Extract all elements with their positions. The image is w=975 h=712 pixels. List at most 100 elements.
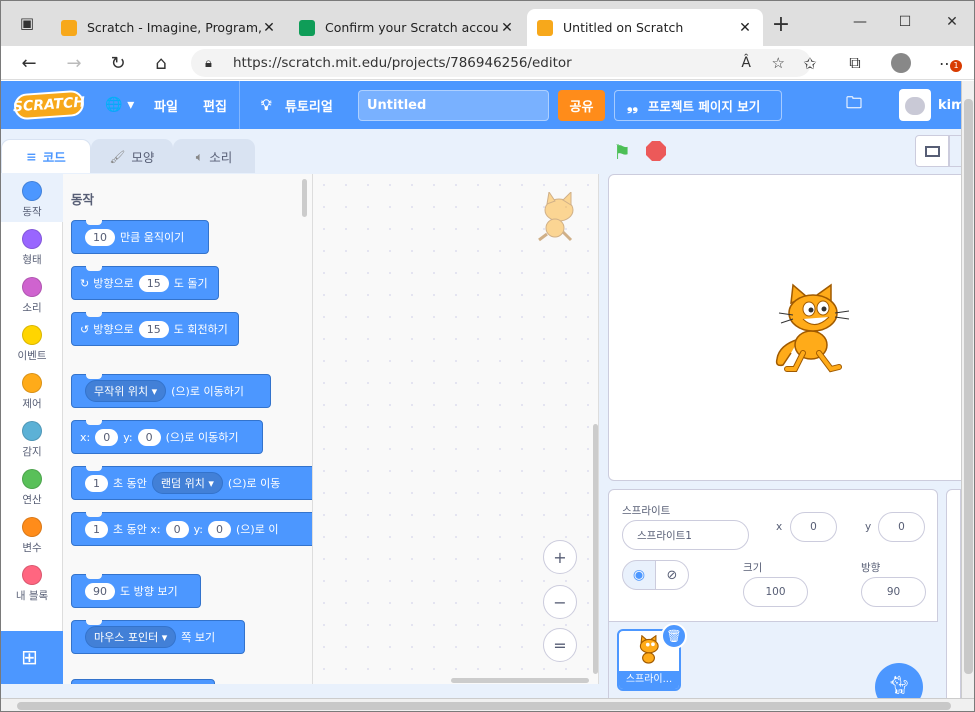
zoom-in-icon: + xyxy=(553,547,567,567)
block-turn-left[interactable]: ↺ 방향으로 15 도 회전하기 xyxy=(71,312,239,346)
category-label: 제어 xyxy=(22,398,42,410)
mail-favicon-icon xyxy=(299,19,315,36)
user-avatar[interactable] xyxy=(899,81,931,129)
close-tab-icon[interactable]: ✕ xyxy=(737,20,753,36)
y-input[interactable]: 0 xyxy=(878,512,925,542)
size-input[interactable]: 100 xyxy=(743,577,808,607)
small-stage-button[interactable] xyxy=(915,135,949,167)
block-glide-to-xy[interactable]: 1 초 동안 x: 0 y: 0 (으)로 이 xyxy=(71,512,312,546)
stage-target-panel[interactable] xyxy=(946,489,961,699)
block-input[interactable]: 15 xyxy=(138,274,169,292)
category-variables[interactable]: 변수 xyxy=(1,517,63,555)
edit-menu[interactable]: 편집 xyxy=(203,81,227,129)
block-input[interactable]: 1 xyxy=(85,474,108,492)
eye-slash-icon: ⊘ xyxy=(666,567,678,583)
category-events[interactable]: 이벤트 xyxy=(1,325,63,363)
file-menu[interactable]: 파일 xyxy=(154,81,178,129)
vscroll-thumb[interactable] xyxy=(964,99,973,674)
page-vscrollbar[interactable] xyxy=(961,81,974,698)
category-looks[interactable]: 형태 xyxy=(1,229,63,267)
zoom-in-button[interactable]: + xyxy=(543,540,577,574)
sprite-name-input[interactable]: 스프라이트1 xyxy=(622,520,749,550)
notification-badge: 1 xyxy=(950,60,962,72)
direction-label: 방향 xyxy=(861,562,881,574)
block-turn-right[interactable]: ↻ 방향으로 15 도 돌기 xyxy=(71,266,219,300)
project-title-input[interactable]: Untitled xyxy=(358,90,549,121)
new-tab-button[interactable]: + xyxy=(767,10,795,38)
zoom-out-button[interactable]: − xyxy=(543,585,577,619)
block-input[interactable]: 15 xyxy=(138,320,169,338)
close-tab-icon[interactable]: ✕ xyxy=(499,20,515,36)
share-button[interactable]: 공유 xyxy=(558,90,605,121)
green-flag-icon[interactable]: ⚑ xyxy=(613,140,631,164)
forward-icon[interactable]: → xyxy=(60,49,88,77)
block-point-towards[interactable]: 마우스 포인터 ▾ 쪽 보기 xyxy=(71,620,245,654)
direction-input[interactable]: 90 xyxy=(861,577,926,607)
my-stuff-folder-icon[interactable]: 🗀 xyxy=(846,81,862,129)
category-sensing[interactable]: 감지 xyxy=(1,421,63,459)
block-go-to-xy[interactable]: x: 0 y: 0 (으)로 이동하기 xyxy=(71,420,263,454)
block-input[interactable]: 0 xyxy=(208,520,231,538)
address-bar[interactable]: 🔒︎ https://scratch.mit.edu/projects/7869… xyxy=(191,49,811,77)
maximize-button[interactable]: ☐ xyxy=(891,8,919,36)
category-operators[interactable]: 연산 xyxy=(1,469,63,507)
block-dropdown[interactable]: 무작위 위치 ▾ xyxy=(85,380,167,402)
block-glide-to[interactable]: 1 초 동안 랜덤 위치 ▾ (으)로 이동 xyxy=(71,466,312,500)
tab-code[interactable]: ≡ 코드 xyxy=(1,139,91,173)
see-project-page-button[interactable]: ❟❟ 프로젝트 페이지 보기 xyxy=(614,90,782,121)
block-move-steps[interactable]: 10 만큼 움직이기 xyxy=(71,220,209,254)
stage-canvas[interactable] xyxy=(608,174,974,481)
block-go-to[interactable]: 무작위 위치 ▾ (으)로 이동하기 xyxy=(71,374,271,408)
tutorials-menu[interactable]: 튜토리얼 xyxy=(285,81,333,129)
hide-sprite-button[interactable]: ⊘ xyxy=(655,560,689,590)
stop-icon[interactable] xyxy=(646,141,666,161)
add-extension-button[interactable]: ⊞ xyxy=(1,631,63,684)
home-icon[interactable]: ⌂ xyxy=(147,49,175,77)
block-input[interactable]: 1 xyxy=(85,520,108,538)
block-point-direction[interactable]: 90 도 방향 보기 xyxy=(71,574,201,608)
minimize-button[interactable]: — xyxy=(846,8,874,36)
tab-costumes[interactable]: 🖌︎ 모양 xyxy=(91,139,173,173)
add-favorite-icon[interactable]: ☆ xyxy=(772,54,785,72)
page-hscrollbar[interactable] xyxy=(1,698,974,711)
tab-scratch-home[interactable]: Scratch - Imagine, Program, Sha ✕ xyxy=(51,9,287,46)
show-sprite-button[interactable]: ◉ xyxy=(622,560,656,590)
block-input[interactable]: 10 xyxy=(85,228,115,246)
tab-sounds[interactable]: 🔈︎ 소리 xyxy=(173,139,255,173)
block-dropdown[interactable]: 랜덤 위치 ▾ xyxy=(151,472,223,494)
close-tab-icon[interactable]: ✕ xyxy=(261,20,277,36)
category-label: 변수 xyxy=(22,542,42,554)
block-partial[interactable] xyxy=(71,679,215,684)
category-control[interactable]: 제어 xyxy=(1,373,63,411)
back-icon[interactable]: ← xyxy=(15,49,43,77)
tab-confirm-account[interactable]: Confirm your Scratch account ✕ xyxy=(289,9,525,46)
x-input[interactable]: 0 xyxy=(790,512,837,542)
hscroll-thumb[interactable] xyxy=(17,702,951,710)
zoom-reset-button[interactable]: = xyxy=(543,628,577,662)
script-area[interactable]: + − = xyxy=(313,174,599,684)
collections-icon[interactable]: ⧉ xyxy=(841,49,869,77)
palette-scrollbar[interactable] xyxy=(302,179,307,217)
script-hscrollbar[interactable] xyxy=(451,678,589,683)
block-text: (으)로 이동 xyxy=(227,477,281,490)
close-window-button[interactable]: ✕ xyxy=(938,8,966,36)
language-menu[interactable]: 🌐 ▾ xyxy=(105,81,134,129)
read-aloud-icon[interactable]: Â xyxy=(741,55,751,71)
block-input[interactable]: 0 xyxy=(95,428,119,446)
category-sound[interactable]: 소리 xyxy=(1,277,63,315)
block-input[interactable]: 0 xyxy=(165,520,189,538)
favorites-icon[interactable]: ✩ xyxy=(796,49,824,77)
block-dropdown[interactable]: 마우스 포인터 ▾ xyxy=(85,626,177,648)
delete-sprite-button[interactable]: 🗑︎ xyxy=(661,623,687,649)
tab-actions-icon[interactable]: ▣ xyxy=(13,9,41,37)
script-vscrollbar[interactable] xyxy=(593,424,598,674)
block-input[interactable]: 90 xyxy=(85,582,115,600)
profile-avatar[interactable] xyxy=(887,49,915,77)
refresh-icon[interactable]: ↻ xyxy=(104,49,132,77)
cat-sprite[interactable] xyxy=(769,283,861,375)
tab-untitled-scratch[interactable]: Untitled on Scratch ✕ xyxy=(527,9,763,46)
category-my-blocks[interactable]: 내 블록 xyxy=(1,565,63,603)
block-input[interactable]: 0 xyxy=(137,428,161,446)
scratch-logo[interactable]: SCRATCH xyxy=(12,89,86,121)
category-motion[interactable]: 동작 xyxy=(1,174,63,222)
